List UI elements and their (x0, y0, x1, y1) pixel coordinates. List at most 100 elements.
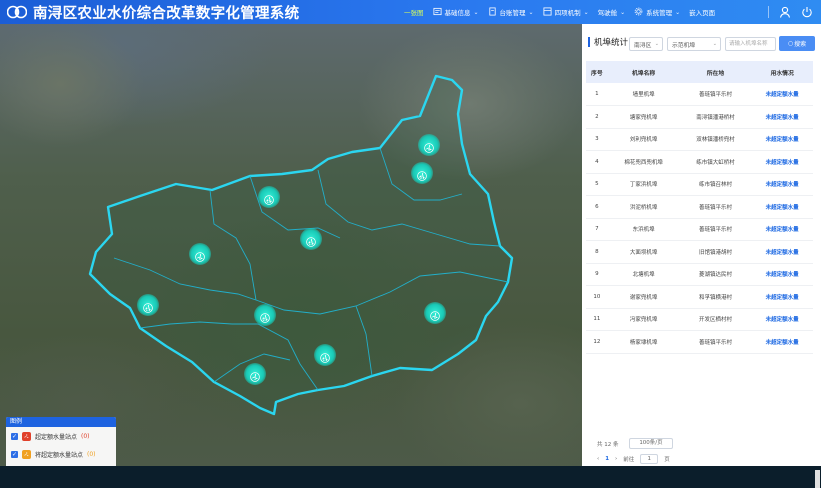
district-map[interactable]: 9 61 10 13 6 11 23 6 11 5 图例 ✓ 超定额水量站点 (0) ✓ 将超定额水量站点… (0, 24, 582, 466)
chevron-down-icon: ⌄ (528, 8, 534, 16)
title-accent-bar (588, 37, 590, 47)
app-title: 南浔区农业水价综合改革数字化管理系统 (33, 5, 300, 22)
table-row[interactable]: 7 东浜机埠 善琏镇平乐村 未超定额水量 (586, 218, 813, 241)
total-count: 共 12 条 (597, 442, 619, 448)
pump-station-marker[interactable]: 11 (314, 344, 336, 366)
scrollbar[interactable] (815, 470, 820, 488)
table-row[interactable]: 1 墙里机埠 善琏镇平乐村 未超定额水量 (586, 83, 813, 106)
water-usage-status[interactable]: 未超定额水量 (751, 105, 813, 129)
table-row[interactable]: 5 丁家浜机埠 练市镇召林村 未超定额水量 (586, 173, 813, 196)
divider (768, 6, 769, 18)
marker-label: 10 (266, 199, 272, 204)
marker-label: 13 (308, 241, 314, 246)
water-usage-status[interactable]: 未超定额水量 (751, 218, 813, 241)
table-row[interactable]: 6 洪泥桥机埠 善琏镇平乐村 未超定额水量 (586, 195, 813, 219)
chevron-down-icon: ⌄ (620, 8, 626, 16)
legend-count: (0) (81, 432, 90, 440)
checkbox[interactable]: ✓ (11, 432, 18, 440)
table-cell: 棉花兜西兜机埠 (607, 150, 680, 174)
nav-item-1[interactable]: 一张图 (404, 7, 424, 17)
nav-item-2[interactable]: 基础信息 ⌄ (432, 7, 479, 18)
chevron-down-icon: ⌄ (675, 8, 681, 16)
table-cell: 谢家兜机埠 (607, 285, 680, 309)
table-row[interactable]: 9 北塘机埠 菱湖镇达民村 未超定额水量 (586, 263, 813, 286)
panel-title: 机埠统计 (594, 38, 629, 48)
water-usage-status[interactable]: 未超定额水量 (751, 150, 813, 174)
table-row[interactable]: 11 冯家兜机埠 开发区栖村村 未超定额水量 (586, 308, 813, 331)
legend-item[interactable]: ✓ 超定额水量站点 (0) (6, 427, 116, 445)
pump-station-marker[interactable]: 61 (411, 162, 433, 184)
nav-icon (543, 6, 552, 18)
pump-station-marker[interactable]: 9 (418, 134, 440, 156)
pump-station-marker[interactable]: 6 (189, 243, 211, 265)
water-usage-status[interactable]: 未超定额水量 (751, 330, 813, 354)
top-bar: 南浔区农业水价综合改革数字化管理系统 一张图 基础信息 ⌄ 台账管理 ⌄ 四项机制 ⌄ 驾驶舱… (0, 0, 821, 24)
table-cell: 东浜机埠 (607, 218, 680, 241)
goto-page-input[interactable]: 1 (640, 454, 659, 464)
pump-station-marker[interactable]: 13 (300, 228, 322, 250)
nav-item-3[interactable]: 台账管理 ⌄ (488, 6, 534, 18)
table-cell: 塘家兜机埠 (607, 105, 680, 129)
pump-station-marker[interactable]: 5 (244, 363, 266, 385)
water-usage-status[interactable]: 未超定额水量 (751, 285, 813, 309)
user-icon[interactable] (779, 3, 791, 22)
nav-item-4[interactable]: 四项机制 ⌄ (543, 6, 589, 18)
current-page[interactable]: 1 (605, 456, 609, 462)
table-row[interactable]: 3 刘利兜机埠 双林镇潘桥兜村 未超定额水量 (586, 128, 813, 151)
pump-station-marker[interactable]: 23 (254, 304, 276, 326)
next-page-button[interactable]: › (615, 456, 617, 462)
legend-label: 将超定额水量站点 (35, 451, 84, 459)
district-select[interactable]: 南浔区 ⌄ (629, 37, 663, 51)
table-row[interactable]: 2 塘家兜机埠 南浔镇潘港桥村 未超定额水量 (586, 105, 813, 129)
nav-item-7[interactable]: 嵌入页面 (689, 7, 715, 17)
legend-count: (0) (87, 450, 96, 458)
panel-header: 机埠统计 (588, 36, 628, 48)
water-usage-status[interactable]: 未超定额水量 (751, 173, 813, 196)
legend-label: 超定额水量站点 (35, 433, 78, 441)
page-suffix: 页 (664, 457, 670, 463)
pump-station-marker[interactable]: 6 (424, 302, 446, 324)
page-size-select[interactable]: 100条/页 (629, 438, 673, 449)
table-cell: 冯家兜机埠 (607, 308, 680, 331)
table-cell: 12 (586, 330, 608, 354)
legend-item[interactable]: ✓ 将超定额水量站点 (0) (6, 445, 116, 463)
table-row[interactable]: 12 杨家埭机埠 善琏镇平乐村 未超定额水量 (586, 330, 813, 354)
search-input[interactable]: 请输入机埠名称 (725, 37, 776, 51)
nav-item-5[interactable]: 驾驶舱 ⌄ (598, 7, 626, 18)
prev-page-button[interactable]: ‹ (597, 456, 599, 462)
pump-station-marker[interactable]: 11 (137, 294, 159, 316)
water-usage-status[interactable]: 未超定额水量 (751, 263, 813, 286)
power-icon[interactable] (801, 3, 813, 22)
water-usage-status[interactable]: 未超定额水量 (751, 83, 813, 106)
table-cell: 练市镇大虹桥村 (679, 150, 752, 174)
marker-label: 6 (198, 256, 202, 261)
table-cell: 丁家浜机埠 (607, 173, 680, 196)
marker-label: 9 (427, 147, 431, 152)
table-cell: 菱湖镇达民村 (679, 263, 752, 286)
water-usage-status[interactable]: 未超定额水量 (751, 240, 813, 264)
water-usage-status[interactable]: 未超定额水量 (751, 195, 813, 219)
nav-item-6[interactable]: 系统管理 ⌄ (634, 7, 680, 18)
table-cell: 南浔镇潘港桥村 (679, 105, 752, 129)
table-row[interactable]: 8 大面坝机埠 旧馆镇港胡村 未超定额水量 (586, 240, 813, 264)
chevron-down-icon: ⌄ (712, 41, 717, 47)
table-cell: 墙里机埠 (607, 83, 680, 106)
marker-label: 11 (322, 357, 328, 362)
pump-station-marker[interactable]: 10 (258, 186, 280, 208)
column-header: 所在地 (679, 61, 752, 83)
chevron-down-icon: ⌄ (654, 41, 659, 47)
table-cell: 旧馆镇港胡村 (679, 240, 752, 264)
search-button-label: 搜索 (794, 41, 807, 48)
pump-station-table: 序号 机埠名称 所在地 用水情况 1 墙里机埠 善琏镇平乐村 未超定额水量 2 塘家兜机埠 南浔镇… (586, 61, 813, 354)
goto-label: 前往 (623, 457, 635, 463)
table-row[interactable]: 10 谢家兜机埠 和孚镇横港村 未超定额水量 (586, 285, 813, 309)
search-button[interactable]: ○ 搜索 (779, 36, 815, 51)
table-row[interactable]: 4 棉花兜西兜机埠 练市镇大虹桥村 未超定额水量 (586, 150, 813, 174)
water-usage-status[interactable]: 未超定额水量 (751, 128, 813, 151)
fan-icon (22, 449, 31, 459)
water-usage-status[interactable]: 未超定额水量 (751, 308, 813, 331)
type-select[interactable]: 示范机埠 ⌄ (667, 37, 721, 51)
table-cell: 开发区栖村村 (679, 308, 752, 331)
legend-title: 图例 (6, 417, 116, 427)
checkbox[interactable]: ✓ (11, 450, 18, 458)
